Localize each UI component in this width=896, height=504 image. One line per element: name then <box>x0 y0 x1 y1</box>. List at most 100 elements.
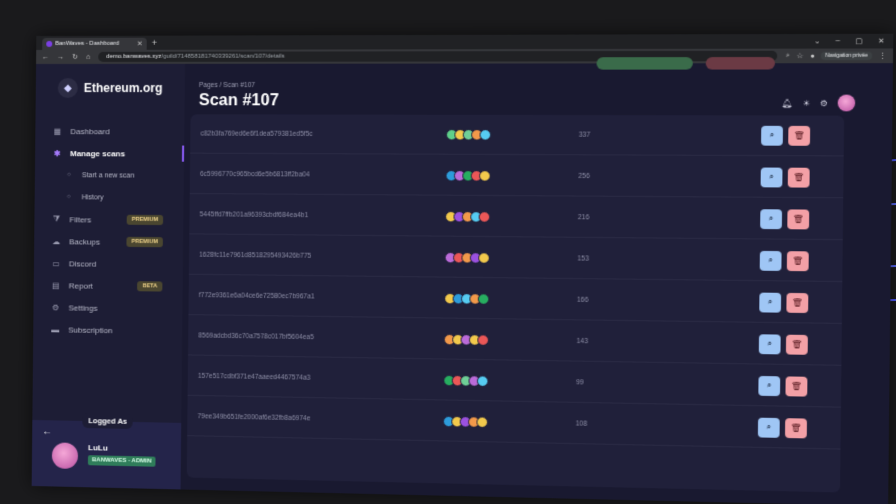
table-row: 5445ffd7ffb201a96393cbdf684ea4b1 216 ⌕ 🗑︎ <box>189 195 844 241</box>
scan-hash: c82b3fa769ed6e6f1dea579381ed5f5c <box>200 129 313 138</box>
cloud-icon: ☁ <box>52 236 61 246</box>
back-icon[interactable]: ← <box>42 53 49 60</box>
close-tab-icon[interactable]: ✕ <box>137 40 143 48</box>
search-icon: ⌕ <box>766 380 772 390</box>
tab-title: BanWaves - Dashboard <box>55 40 119 47</box>
red-action-button[interactable] <box>705 57 776 70</box>
sidebar-item-filters[interactable]: ⧩ Filters PREMIUM <box>34 208 183 231</box>
card-icon: ▬ <box>51 324 60 334</box>
minimize-icon[interactable]: – <box>836 37 840 45</box>
member-avatar <box>477 333 489 346</box>
view-scan-button[interactable]: ⌕ <box>760 166 783 187</box>
bell-icon[interactable]: 🔔︎ <box>782 98 793 107</box>
delete-scan-button[interactable]: 🗑︎ <box>785 334 808 355</box>
private-mode-label[interactable]: Navigation privée <box>821 51 873 61</box>
server-brand[interactable]: ◆ Ethereum.org <box>36 64 185 99</box>
main-content: Pages / Scan #107 Scan #107 🔔︎ ☀ ⚙ c82b3… <box>180 57 893 504</box>
gear-icon: ⚙ <box>51 302 60 312</box>
grid-icon: ▦ <box>53 126 62 136</box>
star-icon[interactable]: ☆ <box>797 52 804 60</box>
member-avatars <box>442 415 489 428</box>
running-icon: ✱ <box>53 148 61 158</box>
member-avatars <box>445 210 491 223</box>
search-icon: ⌕ <box>768 213 774 223</box>
profile-icon[interactable]: ● <box>810 52 815 59</box>
member-count: 166 <box>576 296 589 304</box>
view-scan-button[interactable]: ⌕ <box>758 333 781 354</box>
logged-as-label: Logged As <box>82 412 134 430</box>
delete-scan-button[interactable]: 🗑︎ <box>788 125 811 146</box>
member-count: 337 <box>578 131 591 139</box>
sidebar-item-settings[interactable]: ⚙ Settings <box>33 296 182 320</box>
forward-icon[interactable]: → <box>57 53 64 60</box>
trash-icon: 🗑︎ <box>790 381 803 391</box>
browser-tab[interactable]: BanWaves - Dashboard ✕ <box>42 37 147 50</box>
trash-icon: 🗑︎ <box>792 255 804 266</box>
search-icon: ⌕ <box>769 130 775 140</box>
member-count: 216 <box>577 213 590 221</box>
view-scan-button[interactable]: ⌕ <box>757 417 780 438</box>
delete-scan-button[interactable]: 🗑︎ <box>786 250 809 271</box>
reload-icon[interactable]: ↻ <box>72 53 78 61</box>
back-arrow-icon[interactable]: ← <box>42 426 52 437</box>
favicon-icon <box>46 40 53 47</box>
breadcrumb-current: Scan #107 <box>223 82 256 90</box>
green-action-button[interactable] <box>596 57 693 70</box>
trash-icon: 🗑︎ <box>790 422 802 433</box>
close-window-icon[interactable]: ✕ <box>878 37 885 45</box>
member-avatar <box>478 210 491 223</box>
filter-icon: ⧩ <box>52 214 61 224</box>
member-avatar <box>476 415 489 428</box>
sidebar-item-label: Discord <box>68 258 97 269</box>
premium-badge: PREMIUM <box>126 214 164 226</box>
scan-hash: 79ee349b651fe2000af6e32fb8a6974e <box>197 412 311 422</box>
member-avatars <box>445 169 491 182</box>
sidebar-item-start-new-scan[interactable]: ○ Start a new scan <box>35 164 184 187</box>
delete-scan-button[interactable]: 🗑︎ <box>786 292 809 313</box>
sidebar-item-dashboard[interactable]: ▦ Dashboard <box>35 120 184 143</box>
gear-icon[interactable]: ⚙ <box>820 98 828 107</box>
member-count: 108 <box>575 419 588 428</box>
chevron-down-icon[interactable]: ⌄ <box>814 37 820 45</box>
header-actions: 🔔︎ ☀ ⚙ <box>781 94 856 112</box>
scan-hash: 8569adcbd36c70a7578c017bf5604ea5 <box>198 331 314 341</box>
table-row: 6c5996770c965bcd6e5b6813ff2ba04 256 ⌕ 🗑︎ <box>189 154 844 199</box>
sidebar-item-subscription[interactable]: ▬ Subscription <box>33 318 182 342</box>
maximize-icon[interactable]: ▢ <box>855 37 862 45</box>
user-name: LuLu <box>88 443 108 453</box>
sidebar-item-history[interactable]: ○ History <box>35 186 184 209</box>
member-count: 256 <box>578 172 590 180</box>
sidebar-item-discord[interactable]: ▭ Discord <box>34 252 183 276</box>
sun-icon[interactable]: ☀ <box>802 98 810 107</box>
member-avatar <box>479 169 491 182</box>
tab-bar: BanWaves - Dashboard ✕ + ⌄ – ▢ ✕ <box>36 33 894 50</box>
menu-icon[interactable]: ⋮ <box>879 52 887 60</box>
view-scan-button[interactable]: ⌕ <box>759 250 782 271</box>
logged-as-panel: ← Logged As LuLu BANWAVES - ADMIN <box>31 412 182 490</box>
sidebar-item-report[interactable]: ▤ Report BETA <box>34 274 183 298</box>
member-avatar <box>476 374 489 387</box>
sidebar-item-label: Manage scans <box>70 148 126 158</box>
dot-icon: ○ <box>66 194 71 201</box>
member-avatar <box>478 251 490 264</box>
member-avatar <box>479 128 492 141</box>
new-tab-icon[interactable]: + <box>152 38 157 48</box>
sidebar: ◆ Ethereum.org ▦ Dashboard ✱ Manage scans … <box>31 63 186 490</box>
delete-scan-button[interactable]: 🗑︎ <box>785 375 808 397</box>
table-row: c82b3fa769ed6e6f1dea579381ed5f5c 337 ⌕ 🗑︎ <box>190 114 845 157</box>
sidebar-item-backups[interactable]: ☁ Backups PREMIUM <box>34 230 183 253</box>
clipboard-icon: ▤ <box>51 280 60 290</box>
view-scan-button[interactable]: ⌕ <box>761 125 783 146</box>
sidebar-item-manage-scans[interactable]: ✱ Manage scans <box>35 142 184 165</box>
delete-scan-button[interactable]: 🗑︎ <box>787 208 810 229</box>
avatar[interactable] <box>837 94 856 112</box>
view-scan-button[interactable]: ⌕ <box>760 208 783 229</box>
breadcrumb-root[interactable]: Pages <box>199 82 218 89</box>
zoom-icon[interactable]: ⌕ <box>786 52 790 60</box>
view-scan-button[interactable]: ⌕ <box>758 375 781 396</box>
home-icon[interactable]: ⌂ <box>86 53 90 60</box>
member-avatars <box>443 333 489 346</box>
view-scan-button[interactable]: ⌕ <box>759 292 782 313</box>
delete-scan-button[interactable]: 🗑︎ <box>787 167 810 188</box>
delete-scan-button[interactable]: 🗑︎ <box>784 417 807 438</box>
